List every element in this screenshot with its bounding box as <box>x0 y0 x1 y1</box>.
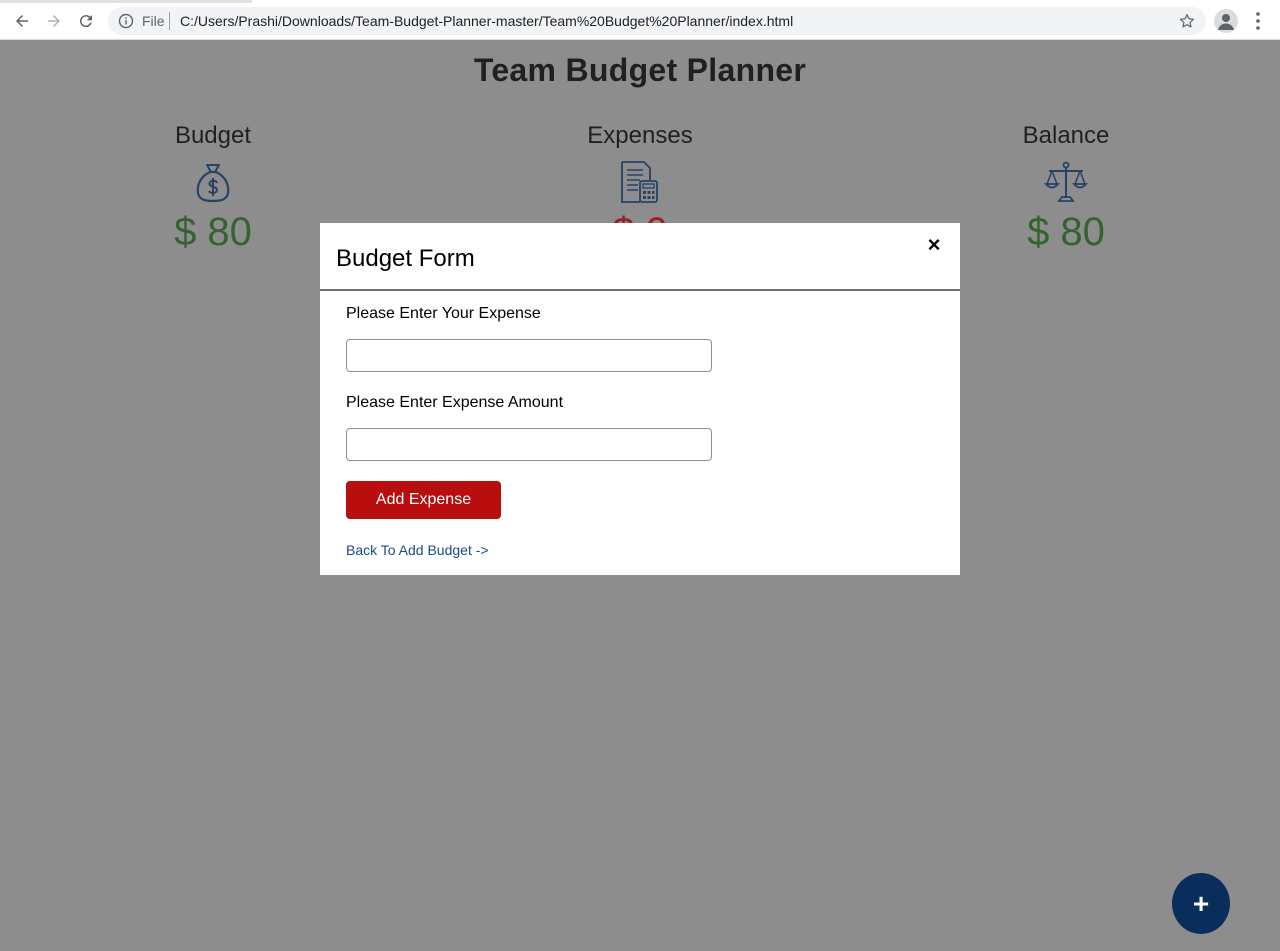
expense-amount-input[interactable] <box>346 428 712 461</box>
close-icon[interactable]: × <box>922 232 946 257</box>
omnibox-divider <box>169 12 170 30</box>
bookmark-star-icon[interactable] <box>1178 12 1196 30</box>
back-button[interactable] <box>9 8 35 34</box>
tab-strip <box>0 0 252 3</box>
expense-name-label: Please Enter Your Expense <box>346 305 541 322</box>
modal-header: Budget Form × <box>320 223 960 291</box>
profile-avatar[interactable] <box>1214 9 1238 33</box>
modal-title: Budget Form <box>336 245 475 272</box>
reload-button[interactable] <box>73 8 99 34</box>
arrow-right-icon <box>48 15 60 27</box>
forward-button[interactable] <box>41 8 67 34</box>
arrow-left-icon <box>16 15 28 27</box>
browser-toolbar: File C:/Users/Prashi/Downloads/Team-Budg… <box>0 0 1280 40</box>
add-fab-button[interactable]: + <box>1172 873 1230 934</box>
expense-name-input[interactable] <box>346 339 712 372</box>
budget-form-modal: Budget Form × Please Enter Your Expense … <box>320 223 960 575</box>
file-scheme-label: File <box>142 13 165 29</box>
address-bar[interactable]: File C:/Users/Prashi/Downloads/Team-Budg… <box>108 7 1206 35</box>
reload-icon <box>79 15 92 28</box>
add-expense-button[interactable]: Add Expense <box>346 481 501 519</box>
person-icon <box>1218 14 1234 30</box>
plus-icon: + <box>1192 887 1210 919</box>
info-icon[interactable] <box>118 13 134 29</box>
expense-amount-label: Please Enter Expense Amount <box>346 394 564 411</box>
url-text[interactable]: C:/Users/Prashi/Downloads/Team-Budget-Pl… <box>180 13 793 29</box>
more-vertical-icon[interactable] <box>1250 10 1266 32</box>
back-to-add-budget-link[interactable]: Back To Add Budget -> <box>346 542 489 558</box>
